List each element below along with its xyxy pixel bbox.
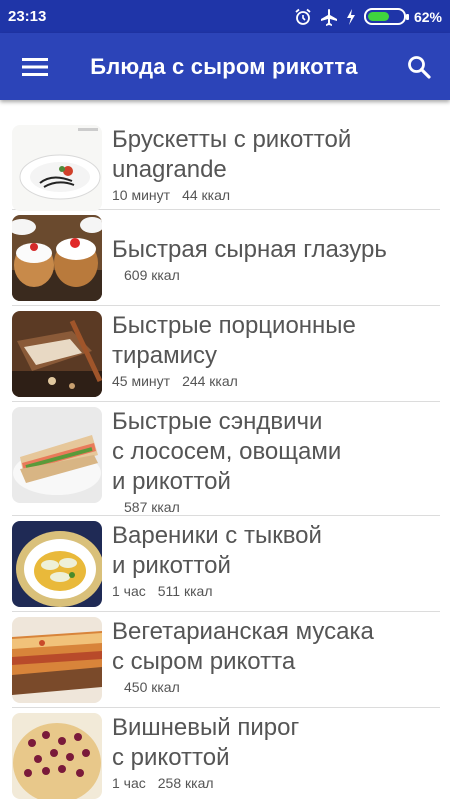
battery-icon xyxy=(363,8,409,25)
recipe-thumbnail xyxy=(12,407,102,503)
recipe-title: Быстрая сырная глазурь xyxy=(112,236,387,263)
list-item[interactable]: Брускетты с рикоттой unagrande 10 минут 4… xyxy=(12,120,440,211)
recipe-title: Быстрые порционные тирамису xyxy=(112,312,356,369)
status-icons: 62% xyxy=(294,8,442,26)
recipe-time: 10 минут xyxy=(112,187,171,203)
status-bar: 23:13 62% xyxy=(0,0,450,33)
recipe-time: 45 минут xyxy=(112,373,171,389)
recipe-kcal: 587 ккал xyxy=(124,499,180,515)
recipe-list[interactable]: Брускетты с рикоттой unagrande 10 минут 4… xyxy=(0,100,450,800)
recipe-kcal: 244 ккал xyxy=(182,373,238,389)
battery-level-fill xyxy=(367,12,390,21)
hamburger-menu-icon xyxy=(22,57,48,76)
list-item[interactable]: Вегетарианская мусака с сыром рикотта 45… xyxy=(12,612,440,708)
recipe-kcal: 450 ккал xyxy=(124,679,180,695)
recipe-thumbnail xyxy=(12,521,102,607)
recipe-time: 1 час xyxy=(112,583,146,599)
search-button[interactable] xyxy=(388,33,450,100)
recipe-thumbnail xyxy=(12,617,102,703)
recipe-title: Вареники с тыквой и рикоттой xyxy=(112,522,322,579)
app-bar: Блюда с сыром рикотта xyxy=(0,33,450,100)
battery-percentage: 62% xyxy=(413,8,442,25)
charging-icon xyxy=(346,8,356,25)
search-icon xyxy=(408,55,431,79)
recipe-kcal: 258 ккал xyxy=(157,775,214,791)
recipe-time: 1 час xyxy=(112,775,146,791)
recipe-title: Вегетарианская мусака с сыром рикотта xyxy=(112,618,374,675)
list-item[interactable]: Быстрая сырная глазурь 609 ккал xyxy=(12,210,440,306)
list-item[interactable]: Быстрые сэндвичи с лососем, овощами и ри… xyxy=(12,402,440,516)
recipe-title: Вишневый пирог с рикоттой xyxy=(112,714,300,771)
recipe-title: Брускетты с рикоттой unagrande xyxy=(112,126,352,183)
recipe-title: Быстрые сэндвичи с лососем, овощами и ри… xyxy=(112,408,342,495)
recipe-kcal: 511 ккал xyxy=(157,583,213,599)
menu-button[interactable] xyxy=(0,33,70,100)
list-item[interactable]: Вареники с тыквой и рикоттой 1 час 511 кк… xyxy=(12,516,440,612)
airplane-mode-icon xyxy=(320,8,338,26)
recipe-kcal: 609 ккал xyxy=(124,267,180,283)
recipe-thumbnail xyxy=(12,713,102,799)
recipe-thumbnail xyxy=(12,125,102,211)
recipe-thumbnail xyxy=(12,215,102,301)
recipe-kcal: 44 ккал xyxy=(182,187,231,203)
list-item[interactable]: Быстрые порционные тирамису 45 минут 244 … xyxy=(12,306,440,402)
page-title: Блюда с сыром рикотта xyxy=(90,53,358,79)
list-item[interactable]: Вишневый пирог с рикоттой 1 час 258 ккал xyxy=(12,708,440,800)
status-time: 23:13 xyxy=(8,8,47,25)
recipe-thumbnail xyxy=(12,311,102,397)
alarm-icon xyxy=(294,8,312,26)
